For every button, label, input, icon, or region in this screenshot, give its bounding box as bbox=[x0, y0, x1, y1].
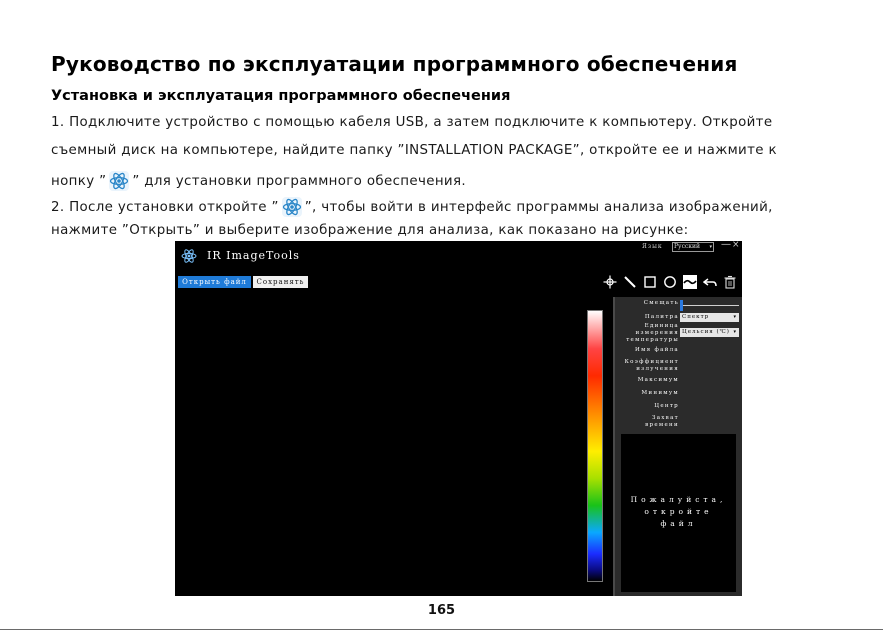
preview-line3: файл bbox=[660, 519, 697, 528]
open-file-button[interactable]: Открыть файл bbox=[178, 276, 251, 288]
center-label: Центр bbox=[654, 403, 679, 409]
preview-line2: откройте bbox=[644, 507, 713, 516]
unit-select-value: Цельсия (℃) bbox=[682, 329, 730, 335]
capture-time-label-line1: Захват bbox=[651, 415, 679, 421]
page-number: 165 bbox=[427, 603, 456, 618]
line-icon[interactable] bbox=[623, 275, 637, 289]
app-window: IR ImageTools Язык Русский ▾ — × Открыть … bbox=[175, 239, 742, 596]
section-heading: Установка и эксплуатация программного об… bbox=[51, 88, 511, 104]
chevron-down-icon: ▾ bbox=[733, 329, 737, 335]
emissivity-label-line1: Коэффициент bbox=[624, 359, 679, 365]
undo-icon[interactable] bbox=[703, 275, 717, 289]
app-titlebar: IR ImageTools Язык Русский ▾ — × bbox=[175, 239, 742, 269]
close-button[interactable]: × bbox=[732, 240, 740, 250]
step1-line1: 1. Подключите устройство с помощью кабел… bbox=[51, 115, 773, 130]
zoom-slider[interactable] bbox=[681, 305, 739, 306]
app-title: IR ImageTools bbox=[207, 249, 300, 262]
document-title: Руководство по эксплуатации программного… bbox=[51, 52, 738, 76]
palette-label: Палитра bbox=[644, 314, 679, 320]
circle-icon[interactable] bbox=[663, 275, 677, 289]
unit-label-line2: измерения bbox=[635, 330, 679, 336]
step2-line2: нажмите ”Открыть” и выберите изображение… bbox=[51, 223, 689, 238]
language-select[interactable]: Русский ▾ bbox=[672, 242, 714, 252]
color-scale-bar bbox=[587, 310, 603, 582]
unit-label-line1: Единица bbox=[644, 323, 679, 329]
language-select-value: Русский bbox=[674, 243, 701, 250]
capture-time-label-line2: времени bbox=[645, 422, 679, 428]
chevron-down-icon: ▾ bbox=[709, 244, 712, 250]
unit-select[interactable]: Цельсия (℃) ▾ bbox=[680, 328, 739, 337]
unit-label-line3: температуры bbox=[626, 337, 679, 343]
min-label: Минимум bbox=[641, 390, 679, 396]
zoom-label: Смещать bbox=[643, 300, 679, 306]
minimize-button[interactable]: — bbox=[721, 239, 731, 250]
save-button[interactable]: Сохранять bbox=[253, 276, 308, 288]
settings-panel: Смещать Палитра Спектр ▾ Единица измерени… bbox=[615, 297, 742, 596]
crosshair-icon[interactable] bbox=[603, 275, 617, 289]
unit-label: Единица измерения температуры bbox=[626, 323, 679, 344]
installer-atom-icon bbox=[108, 170, 130, 192]
rectangle-icon[interactable] bbox=[643, 275, 657, 289]
step1-line3-pre: нопку ” bbox=[51, 174, 107, 189]
curve-icon[interactable] bbox=[683, 275, 697, 289]
emissivity-label-line2: излучения bbox=[636, 366, 679, 372]
step1-line2: съемный диск на компьютере, найдите папк… bbox=[51, 143, 777, 158]
preview-message: Пожалуйста, откройте файл bbox=[621, 494, 736, 530]
capture-time-label: Захват времени bbox=[645, 415, 679, 429]
step2-line1-pre: 2. После установки откройте ” bbox=[51, 200, 279, 215]
footer-divider bbox=[0, 629, 883, 630]
chevron-down-icon: ▾ bbox=[733, 314, 737, 320]
palette-select-value: Спектр bbox=[682, 314, 710, 320]
file-name-label: Имя файла bbox=[634, 347, 679, 353]
emissivity-label: Коэффициент излучения bbox=[625, 359, 679, 373]
max-label: Максимум bbox=[637, 377, 679, 383]
app-logo-icon bbox=[181, 248, 197, 264]
step1-line3: нопку ” ” для установки программного обе… bbox=[51, 170, 466, 192]
step2-line1-post: ”, чтобы войти в интерфейс программы ана… bbox=[304, 200, 773, 215]
preview-line1: Пожалуйста, bbox=[630, 495, 727, 504]
step1-line3-post: ” для установки программного обеспечения… bbox=[132, 174, 466, 189]
zoom-slider-handle[interactable] bbox=[680, 300, 683, 311]
step2-line1: 2. После установки откройте ” ”, чтобы в… bbox=[51, 196, 773, 218]
preview-box: Пожалуйста, откройте файл bbox=[621, 434, 736, 592]
palette-select[interactable]: Спектр ▾ bbox=[680, 313, 739, 322]
language-label: Язык bbox=[642, 243, 663, 250]
app-atom-icon bbox=[281, 196, 303, 218]
image-canvas[interactable] bbox=[175, 297, 613, 596]
trash-icon[interactable] bbox=[723, 275, 737, 289]
